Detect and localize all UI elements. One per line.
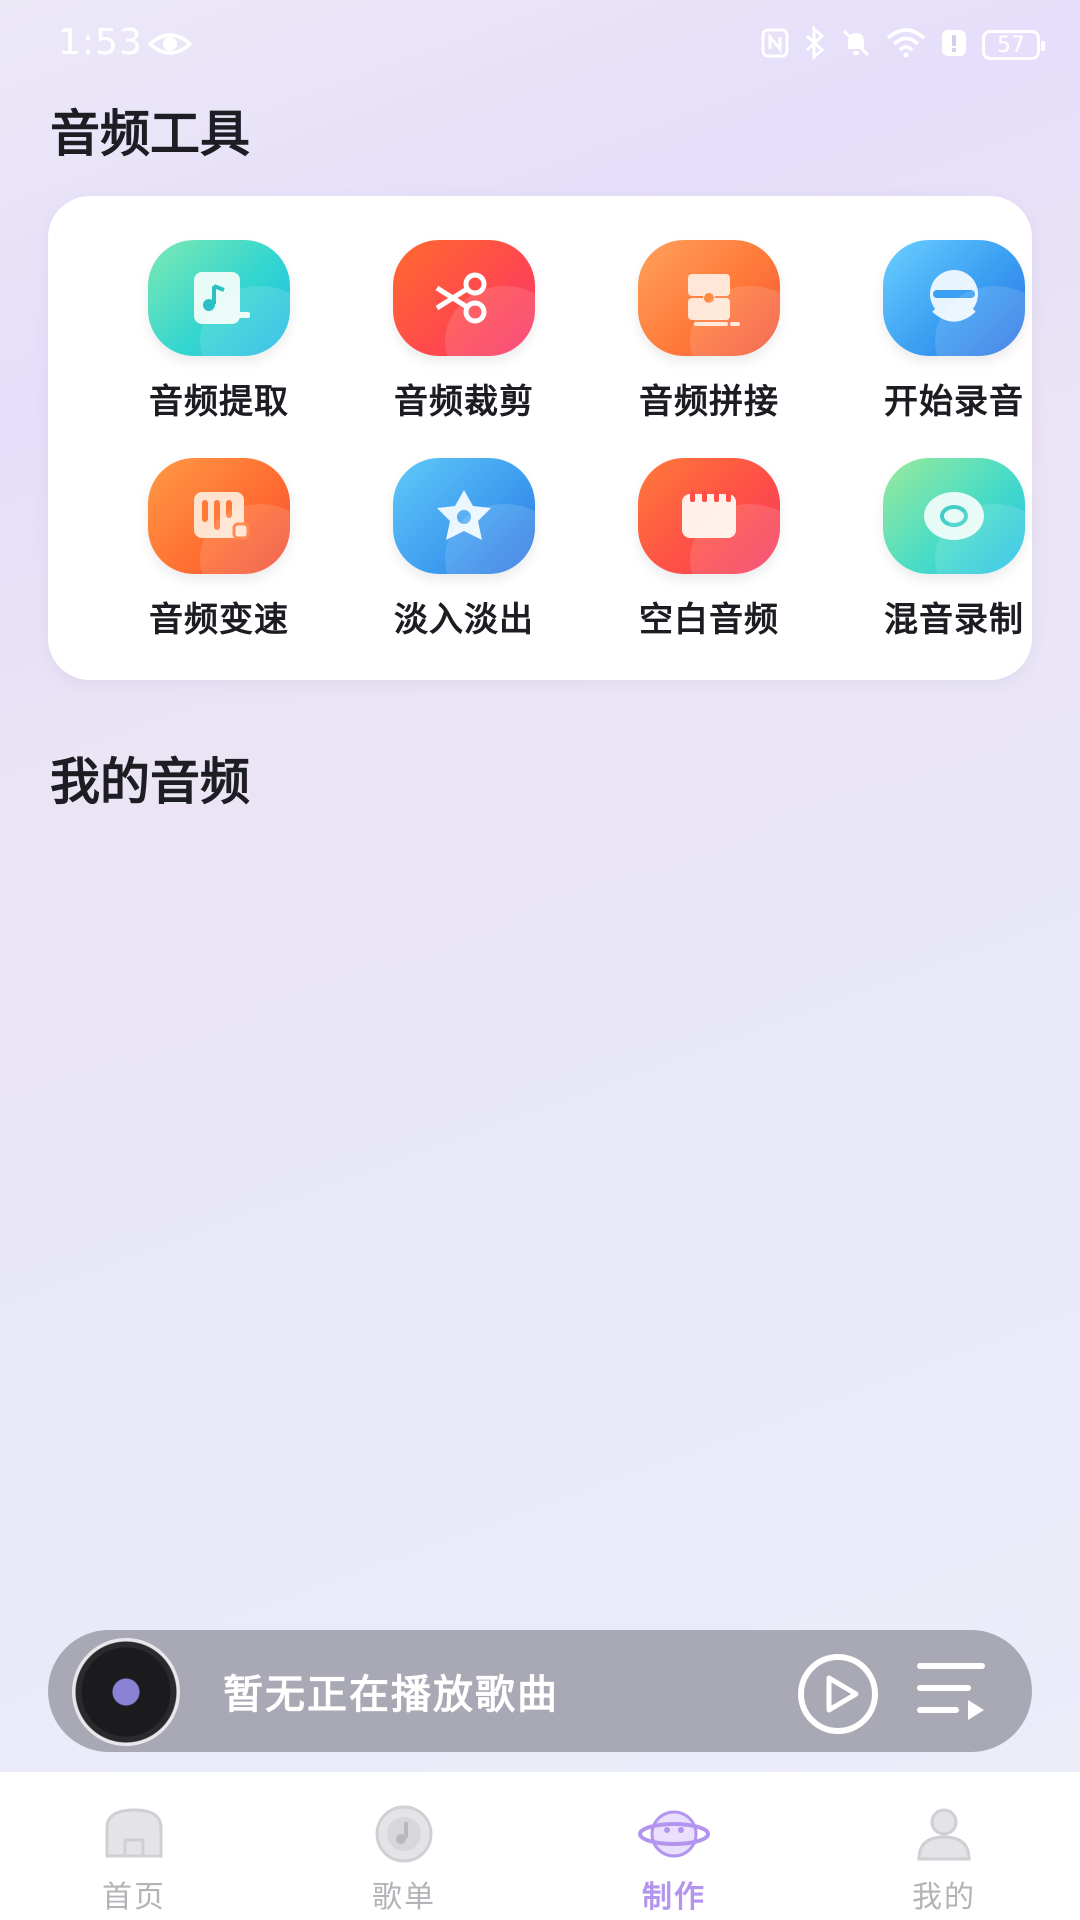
nfc-icon — [760, 27, 790, 63]
tool-start-recording[interactable]: 开始录音 — [839, 240, 1069, 440]
status-bar: 1:53 57 — [0, 0, 1080, 90]
tool-audio-extract[interactable]: 音频提取 — [104, 240, 334, 440]
tab-mine[interactable]: 我的 — [844, 1772, 1044, 1920]
tab-label: 歌单 — [372, 1880, 436, 1915]
tool-label: 音频拼接 — [639, 382, 779, 422]
play-button[interactable] — [796, 1652, 880, 1740]
tool-label: 音频提取 — [149, 382, 289, 422]
scissors-icon — [393, 240, 535, 356]
vinyl-disc-icon — [72, 1638, 180, 1746]
my-audio-list — [48, 830, 1032, 1590]
audio-tools-title: 音频工具 — [50, 105, 250, 163]
audio-tools-card: 音频提取 音频裁剪 音频拼接 开始录音 音频变速 淡入淡出 空白音频 混音录制 — [48, 196, 1032, 680]
tab-home[interactable]: 首页 — [34, 1772, 234, 1920]
tool-label: 淡入淡出 — [394, 600, 534, 640]
planet-icon — [636, 1804, 712, 1864]
puzzle-icon — [638, 240, 780, 356]
bottom-tab-bar: 首页 歌单 制作 我的 — [0, 1772, 1080, 1920]
microphone-icon — [883, 240, 1025, 356]
tool-blank-audio[interactable]: 空白音频 — [594, 458, 824, 658]
tool-label: 开始录音 — [884, 382, 1024, 422]
home-icon — [101, 1804, 167, 1864]
playlist-queue-icon[interactable] — [916, 1660, 988, 1726]
music-file-icon — [148, 240, 290, 356]
my-audio-title: 我的音频 — [50, 753, 250, 811]
status-icons: 57 — [760, 25, 1045, 64]
now-playing-text: 暂无正在播放歌曲 — [223, 1672, 559, 1718]
bluetooth-icon — [804, 25, 826, 64]
mini-player[interactable]: 暂无正在播放歌曲 — [48, 1630, 1032, 1752]
tab-label: 首页 — [102, 1880, 166, 1915]
user-icon — [913, 1804, 975, 1864]
mute-bell-icon — [840, 27, 872, 63]
disc-icon — [883, 458, 1025, 574]
tool-audio-join[interactable]: 音频拼接 — [594, 240, 824, 440]
star-icon — [393, 458, 535, 574]
playlist-disc-icon — [372, 1804, 436, 1864]
blank-card-icon — [638, 458, 780, 574]
status-time: 1:53 — [58, 22, 143, 63]
wifi-icon — [886, 28, 926, 62]
battery-indicator: 57 — [982, 30, 1045, 60]
tool-label: 音频裁剪 — [394, 382, 534, 422]
tool-label: 混音录制 — [884, 600, 1024, 640]
alert-icon — [940, 28, 968, 62]
tab-playlist[interactable]: 歌单 — [304, 1772, 504, 1920]
tool-audio-speed[interactable]: 音频变速 — [104, 458, 334, 658]
tool-mix-recording[interactable]: 混音录制 — [839, 458, 1069, 658]
tab-label: 制作 — [642, 1880, 706, 1915]
tool-label: 音频变速 — [149, 600, 289, 640]
tool-audio-cut[interactable]: 音频裁剪 — [349, 240, 579, 440]
tab-create[interactable]: 制作 — [574, 1772, 774, 1920]
tab-label: 我的 — [912, 1880, 976, 1915]
eye-icon — [147, 30, 193, 62]
tool-label: 空白音频 — [639, 600, 779, 640]
album-disc[interactable] — [60, 1638, 188, 1746]
equalizer-icon — [148, 458, 290, 574]
tool-fade-in-out[interactable]: 淡入淡出 — [349, 458, 579, 658]
